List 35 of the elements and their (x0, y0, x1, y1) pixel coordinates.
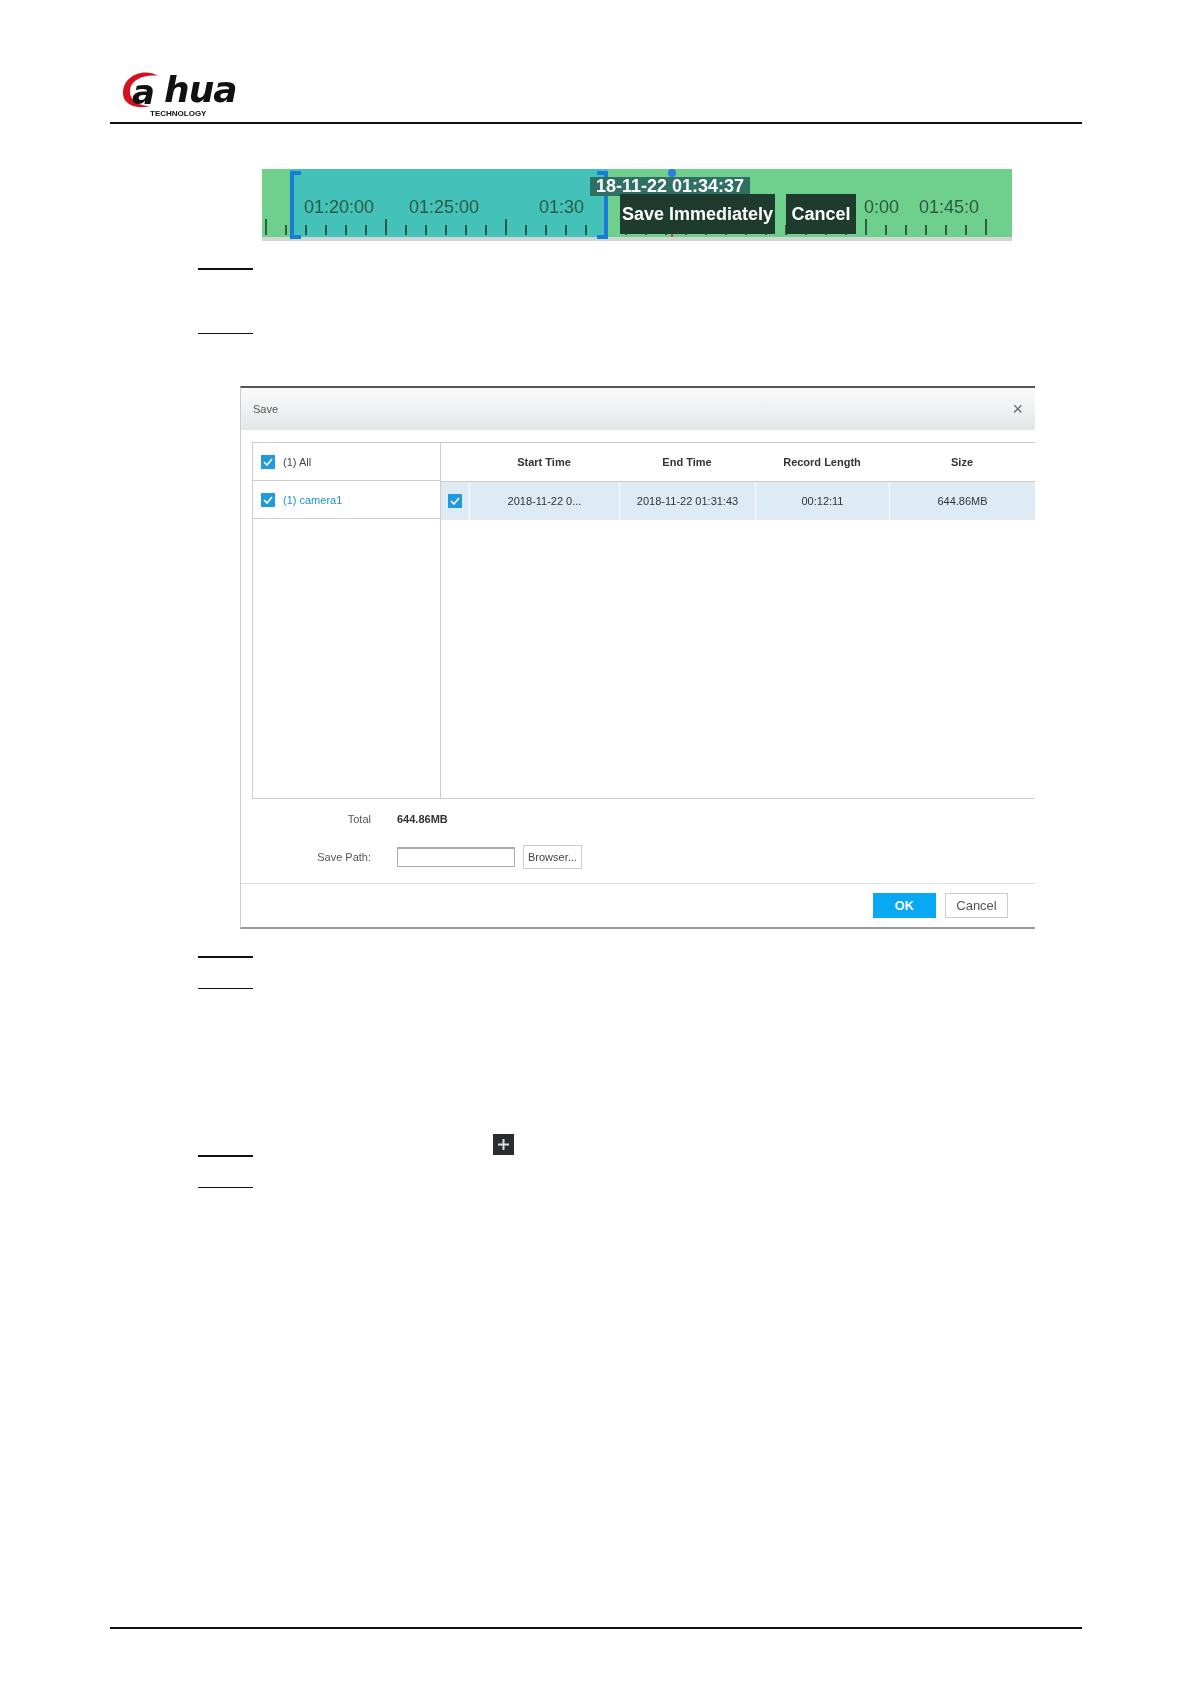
logo-tagline: TECHNOLOGY (150, 110, 207, 118)
column-header: Size (950, 456, 974, 468)
total-value: 644.86MB (397, 813, 448, 825)
table-cell: 2018-11-22 0... (469, 482, 619, 520)
cancel-button[interactable]: Cancel (786, 194, 856, 234)
time-label: 0:00 (864, 197, 900, 218)
dialog-title: Save (253, 403, 279, 415)
checkbox[interactable] (448, 494, 462, 508)
save-immediately-button[interactable]: Save Immediately (620, 194, 775, 234)
checkbox[interactable] (261, 454, 275, 469)
close-button[interactable]: × (1012, 398, 1023, 420)
cancel-button[interactable]: Cancel (945, 893, 1008, 918)
column-header: End Time (661, 456, 713, 468)
checkbox[interactable] (261, 492, 275, 507)
time-label: 01:45:0 (919, 197, 980, 218)
time-label: 01:30 (539, 197, 585, 218)
table-cell: 644.86MB (889, 482, 1035, 520)
tree-item[interactable]: (1) All (283, 455, 312, 468)
column-header: Start Time (516, 456, 572, 468)
tree-item[interactable]: (1) camera1 (283, 493, 343, 506)
table-row[interactable]: 2018-11-22 0... 2018-11-22 01:31:43 00:12:11 644.86MB (441, 482, 1035, 520)
save-path-label: Save Path: (316, 851, 371, 863)
save-path-field[interactable] (397, 847, 515, 867)
playhead-knob[interactable] (668, 169, 676, 177)
table-cell: 00:12:11 (755, 482, 889, 520)
time-label: 01:25:00 (409, 197, 480, 218)
total-label: Total (346, 813, 371, 825)
column-header: Record Length (782, 456, 862, 468)
browse-button[interactable]: Browser... (523, 845, 582, 869)
time-tooltip: 18-11-22 01:34:37 (590, 177, 751, 196)
add-icon (493, 1134, 514, 1155)
logo-mark: a (132, 72, 155, 112)
table-cell: 2018-11-22 01:31:43 (619, 482, 755, 520)
time-label: 01:20:00 (304, 197, 375, 218)
logo-text: hua (164, 69, 237, 110)
